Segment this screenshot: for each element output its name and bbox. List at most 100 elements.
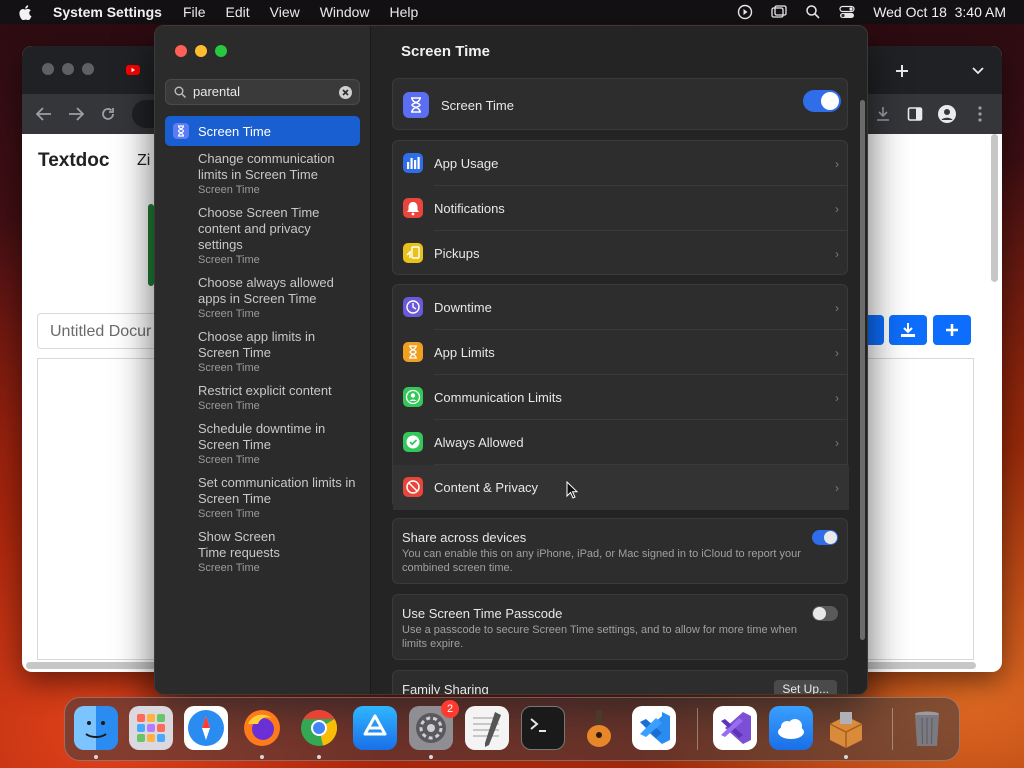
chrome-icon[interactable] [297,706,341,750]
play-icon[interactable] [737,4,753,20]
spotlight-icon[interactable] [805,4,821,20]
search-result[interactable]: Change communication limits in Screen Ti… [198,151,358,197]
forward-icon[interactable] [68,107,84,121]
clear-search-icon[interactable] [339,86,352,99]
row-app-limits[interactable]: App Limits › [393,330,849,375]
visual-studio-icon[interactable] [713,706,757,750]
back-icon[interactable] [36,107,52,121]
finder-icon[interactable] [74,706,118,750]
result-section: Screen Time [198,362,260,374]
textedit-icon[interactable] [465,706,509,750]
trash-icon[interactable] [905,706,949,750]
safari-icon[interactable] [184,706,228,750]
chevron-right-icon: › [835,301,839,315]
row-label: Communication Limits [434,390,562,405]
doc-name-input[interactable]: Untitled Docur [37,313,167,349]
cloud-icon[interactable] [769,706,813,750]
share-devices-card: Share across devices You can enable this… [392,518,848,584]
doc-site-title[interactable]: Textdoc [38,150,109,172]
result-title: Schedule downtime in Screen Time [198,421,326,452]
bell-icon [403,198,423,218]
partial-button[interactable] [868,315,884,345]
app-menu[interactable]: System Settings [53,4,162,20]
row-communication-limits[interactable]: Communication Limits › [393,375,849,420]
firefox-icon[interactable] [240,706,284,750]
clock[interactable]: Wed Oct 18 3:40 AM [873,4,1006,20]
file-menu[interactable]: File [183,4,206,20]
row-app-usage[interactable]: App Usage › [393,141,849,186]
window-icon[interactable] [771,4,787,20]
row-label: Pickups [434,246,480,261]
share-devices-toggle[interactable] [812,530,838,545]
row-always-allowed[interactable]: Always Allowed › [393,420,849,465]
system-settings-icon[interactable]: 2 [409,700,459,750]
search-result[interactable]: Choose always allowed apps in Screen Tim… [198,275,358,321]
share-description: You can enable this on any iPhone, iPad,… [402,548,801,574]
app-store-icon[interactable] [353,706,397,750]
passcode-toggle[interactable] [812,606,838,621]
search-result[interactable]: Set communication limits in Screen Time … [198,475,358,521]
dock: 2 [64,697,960,761]
block-icon [403,477,423,497]
running-indicator [260,755,264,759]
row-downtime[interactable]: Downtime › [393,285,849,330]
result-section: Screen Time [198,454,260,466]
browser-vertical-scrollbar[interactable] [991,134,998,282]
result-title: Choose always allowed apps in Screen Tim… [198,275,334,306]
browser-close-dot[interactable] [42,63,54,75]
plus-icon [946,324,958,336]
add-doc-button[interactable] [933,315,971,345]
screen-time-toggle[interactable] [803,90,841,112]
result-section: Screen Time [198,400,260,412]
terminal-icon[interactable] [521,706,565,750]
search-result[interactable]: Choose Screen Time content and privacy s… [198,205,358,267]
search-icon [174,86,186,98]
settings-scrollbar[interactable] [860,100,865,640]
window-menu[interactable]: Window [320,4,370,20]
download-doc-button[interactable] [889,315,927,345]
result-section: Screen Time [198,562,260,574]
tab-list-icon[interactable] [972,66,984,76]
archive-utility-icon[interactable] [824,706,868,750]
row-pickups[interactable]: Pickups › [393,231,849,276]
row-label: App Limits [434,345,495,360]
edit-menu[interactable]: Edit [226,4,250,20]
result-title: Restrict explicit content [198,383,332,398]
browser-zoom-dot[interactable] [82,63,94,75]
usage-group: App Usage › Notifications › Pickups › [392,140,848,275]
launchpad-icon[interactable] [129,706,173,750]
apple-menu-icon[interactable] [18,4,32,20]
running-indicator [844,755,848,759]
row-notifications[interactable]: Notifications › [393,186,849,231]
help-menu[interactable]: Help [390,4,419,20]
browser-minimize-dot[interactable] [62,63,74,75]
download-icon[interactable] [875,106,891,122]
sidebar-item-screen-time[interactable]: Screen Time [165,116,360,146]
set-up-button[interactable]: Set Up... [774,680,837,694]
family-title: Family Sharing [402,682,489,695]
search-result[interactable]: Restrict explicit content Screen Time [198,383,358,413]
sidebar-item-label: Screen Time [198,124,271,139]
search-field[interactable]: parental [165,79,360,105]
chevron-right-icon: › [835,391,839,405]
minimize-button[interactable] [195,45,207,57]
control-center-icon[interactable] [839,4,855,20]
result-title: Show Screen Time requests [198,529,280,560]
dock-separator [892,708,893,750]
zoom-button[interactable] [215,45,227,57]
reload-icon[interactable] [100,106,116,122]
more-icon[interactable] [977,106,983,122]
close-button[interactable] [175,45,187,57]
garageband-icon[interactable] [577,706,621,750]
side-panel-icon[interactable] [907,106,923,122]
profile-icon[interactable] [938,105,956,123]
row-content-privacy[interactable]: Content & Privacy › [393,465,849,510]
search-result[interactable]: Choose app limits in Screen Time Screen … [198,329,358,375]
view-menu[interactable]: View [270,4,300,20]
row-label: Always Allowed [434,435,524,450]
doc-nav-item[interactable]: Zi [137,152,150,170]
search-result[interactable]: Schedule downtime in Screen Time Screen … [198,421,358,467]
new-tab-icon[interactable] [895,64,909,78]
vscode-icon[interactable] [632,706,676,750]
search-result[interactable]: Show Screen Time requests Screen Time [198,529,298,575]
